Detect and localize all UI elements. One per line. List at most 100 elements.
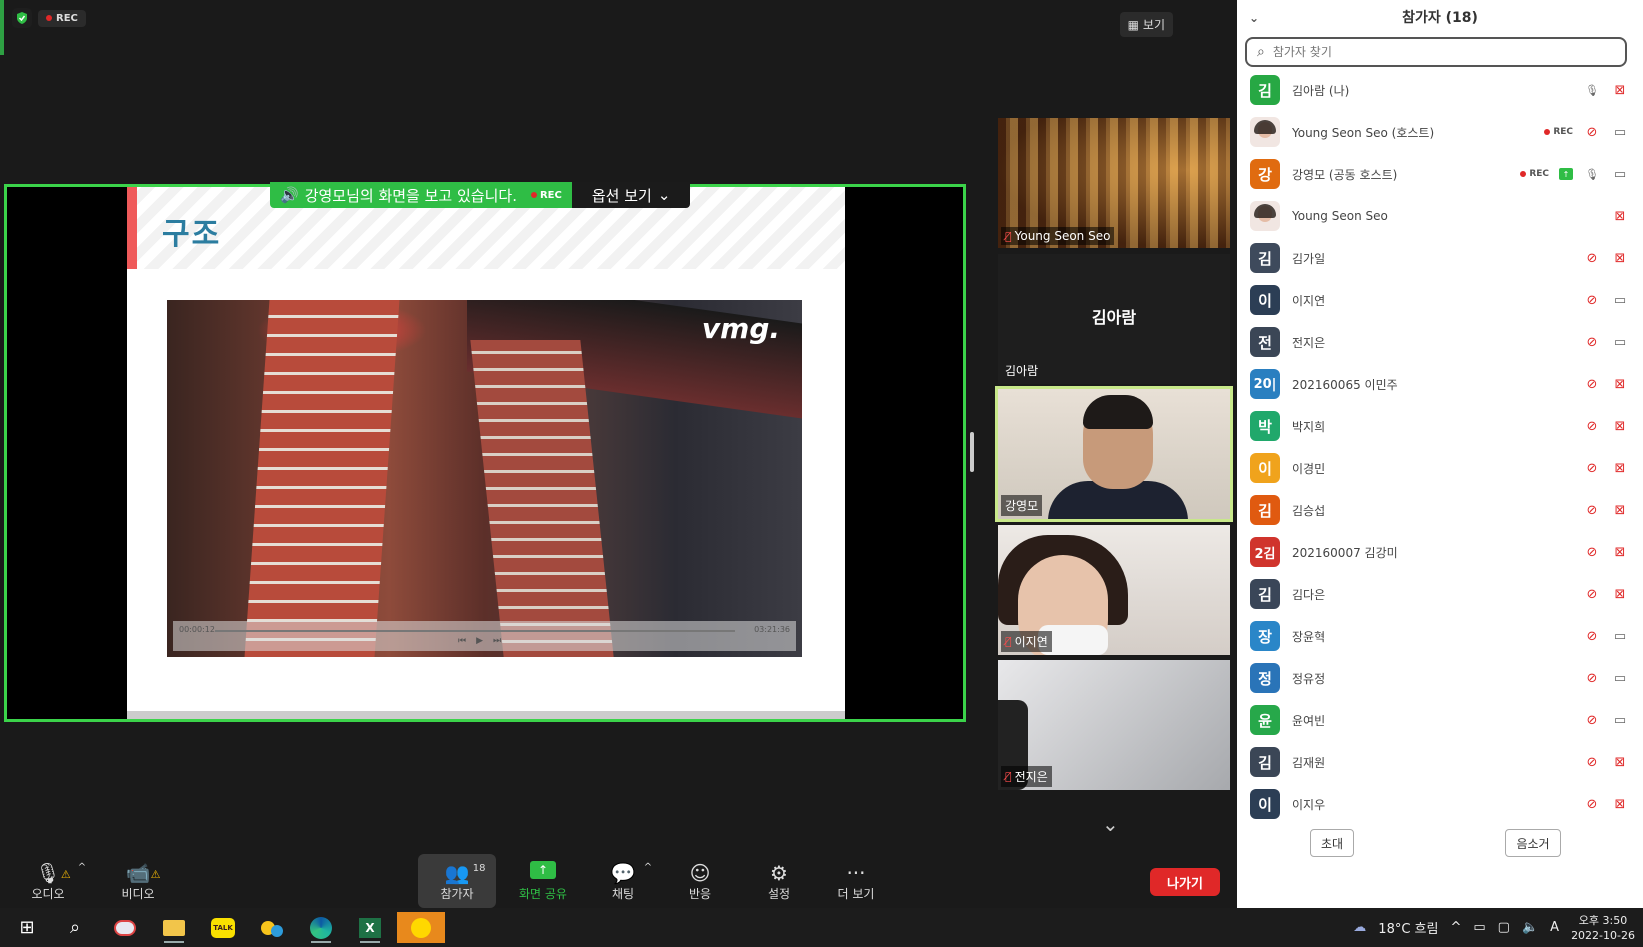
- audio-options-caret[interactable]: ^: [74, 854, 90, 908]
- video-off-icon[interactable]: ⊠: [1611, 503, 1629, 518]
- participant-row[interactable]: 박 박지희 ⊘ ⊠: [1237, 405, 1643, 447]
- mic-muted-icon[interactable]: ⊘: [1583, 503, 1601, 518]
- participant-row[interactable]: 이 이경민 ⊘ ⊠: [1237, 447, 1643, 489]
- monitor-icon[interactable]: ▢: [1498, 920, 1510, 935]
- video-tile-young-seon-seo[interactable]: 🎙̸ Young Seon Seo: [998, 118, 1230, 248]
- video-tile-kim-aram[interactable]: 김아람 김아람: [998, 254, 1230, 384]
- mic-muted-icon[interactable]: ⊘: [1583, 125, 1601, 140]
- video-on-icon[interactable]: ▭: [1611, 671, 1629, 686]
- video-on-icon[interactable]: ▭: [1611, 167, 1629, 182]
- shield-icon[interactable]: [12, 8, 32, 28]
- invite-button[interactable]: 초대: [1310, 829, 1354, 857]
- video-off-icon[interactable]: ⊠: [1611, 587, 1629, 602]
- audio-button[interactable]: 🎙 ⚠ 오디오: [22, 854, 74, 908]
- mic-on-icon[interactable]: 🎙: [1583, 84, 1601, 97]
- gallery-next-chevron-icon[interactable]: ⌄: [1102, 812, 1119, 836]
- video-button[interactable]: 📹 ⚠ 비디오: [108, 854, 168, 908]
- mic-muted-icon[interactable]: ⊘: [1583, 251, 1601, 266]
- recording-badge[interactable]: REC: [38, 9, 86, 27]
- windows-start-icon[interactable]: ⊞: [8, 912, 46, 943]
- collapse-chevron-icon[interactable]: ⌄: [1249, 0, 1259, 36]
- participant-search-input[interactable]: [1272, 45, 1593, 59]
- mic-muted-icon[interactable]: ⊘: [1583, 419, 1601, 434]
- more-button[interactable]: ··· 더 보기: [826, 854, 886, 908]
- mic-on-icon[interactable]: 🎙: [1583, 168, 1601, 181]
- mic-muted-icon[interactable]: ⊘: [1583, 587, 1601, 602]
- kakaotalk-icon[interactable]: TALK: [204, 912, 242, 943]
- clock[interactable]: 오후 3:50 2022-10-26: [1571, 913, 1635, 943]
- network-icon[interactable]: ▭: [1473, 920, 1485, 935]
- mic-muted-icon[interactable]: ⊘: [1583, 377, 1601, 392]
- video-off-icon[interactable]: ⊠: [1611, 83, 1629, 98]
- participant-row[interactable]: 정 정유정 ⊘ ▭: [1237, 657, 1643, 699]
- participant-search[interactable]: ⌕: [1245, 37, 1627, 67]
- participant-row[interactable]: 김 김재원 ⊘ ⊠: [1237, 741, 1643, 783]
- mic-muted-icon[interactable]: ⊘: [1583, 755, 1601, 770]
- video-tile-jeon-jieun[interactable]: 🎙̸ 전지은: [998, 660, 1230, 790]
- paint-app-icon[interactable]: [106, 912, 144, 943]
- video-on-icon[interactable]: ▭: [1611, 293, 1629, 308]
- participant-row[interactable]: Young Seon Seo ⊠: [1237, 195, 1643, 237]
- participant-row[interactable]: 이 이지우 ⊘ ⊠: [1237, 783, 1643, 825]
- edge-browser-icon[interactable]: [302, 912, 340, 943]
- mic-muted-icon[interactable]: ⊘: [1583, 797, 1601, 812]
- video-on-icon[interactable]: ▭: [1611, 335, 1629, 350]
- video-controls[interactable]: 00:00:12 03:21:36 ⏮▶⏭: [173, 621, 796, 651]
- mic-muted-icon[interactable]: ⊘: [1583, 335, 1601, 350]
- participant-row[interactable]: 김 김다은 ⊘ ⊠: [1237, 573, 1643, 615]
- file-explorer-icon[interactable]: [155, 912, 193, 943]
- participant-row[interactable]: 이 이지연 ⊘ ▭: [1237, 279, 1643, 321]
- chat-bubbles-icon[interactable]: [253, 912, 291, 943]
- video-off-icon[interactable]: ⊠: [1611, 545, 1629, 560]
- participant-row[interactable]: Young Seon Seo (호스트) REC ⊘ ▭: [1237, 111, 1643, 153]
- participant-row[interactable]: 20| 202160065 이민주 ⊘ ⊠: [1237, 363, 1643, 405]
- excel-icon[interactable]: X: [351, 912, 389, 943]
- video-off-icon[interactable]: ⊠: [1611, 419, 1629, 434]
- participant-row[interactable]: 윤 윤여빈 ⊘ ▭: [1237, 699, 1643, 741]
- embedded-video[interactable]: vmg. 00:00:12 03:21:36 ⏮▶⏭: [167, 300, 802, 657]
- search-icon[interactable]: ⌕: [56, 912, 94, 943]
- mic-muted-icon[interactable]: ⊘: [1583, 629, 1601, 644]
- video-on-icon[interactable]: ▭: [1611, 125, 1629, 140]
- video-on-icon[interactable]: ▭: [1611, 629, 1629, 644]
- mute-all-button[interactable]: 음소거: [1505, 829, 1561, 857]
- settings-button[interactable]: ⚙ 설정: [754, 854, 804, 908]
- video-playback-icons[interactable]: ⏮▶⏭: [458, 636, 511, 646]
- video-off-icon[interactable]: ⊠: [1611, 461, 1629, 476]
- participant-row[interactable]: 김 김가일 ⊘ ⊠: [1237, 237, 1643, 279]
- view-button[interactable]: ▦ 보기: [1119, 12, 1173, 37]
- video-off-icon[interactable]: ⊠: [1611, 209, 1629, 224]
- video-off-icon[interactable]: ⊠: [1611, 755, 1629, 770]
- chevron-up-icon[interactable]: ^: [1450, 920, 1461, 935]
- video-progress-track[interactable]: [215, 630, 735, 632]
- participant-row[interactable]: 강 강영모 (공동 호스트) REC ↑ 🎙 ▭: [1237, 153, 1643, 195]
- video-on-icon[interactable]: ▭: [1611, 713, 1629, 728]
- participants-button[interactable]: 👥 18 참가자: [418, 854, 496, 908]
- participant-row[interactable]: 김 김승섭 ⊘ ⊠: [1237, 489, 1643, 531]
- participant-row[interactable]: 2김 202160007 김강미 ⊘ ⊠: [1237, 531, 1643, 573]
- video-tile-kang-youngmo[interactable]: 강영모: [995, 386, 1233, 522]
- participant-row[interactable]: 장 장윤혁 ⊘ ▭: [1237, 615, 1643, 657]
- video-tile-lee-jiyeon[interactable]: 🎙̸ 이지연: [998, 525, 1230, 655]
- chat-options-caret[interactable]: ^: [640, 854, 656, 908]
- participant-row[interactable]: 전 전지은 ⊘ ▭: [1237, 321, 1643, 363]
- share-screen-button[interactable]: ↑ 화면 공유: [505, 854, 581, 908]
- resize-handle[interactable]: [970, 432, 974, 472]
- mic-muted-icon[interactable]: ⊘: [1583, 671, 1601, 686]
- zoom-active-app-icon[interactable]: [397, 912, 445, 943]
- mic-muted-icon[interactable]: ⊘: [1583, 545, 1601, 560]
- volume-icon[interactable]: 🔈: [1522, 920, 1538, 935]
- view-options-button[interactable]: 옵션 보기 ⌄: [571, 182, 691, 208]
- participant-row[interactable]: 김 김아람 (나) 🎙 ⊠: [1237, 69, 1643, 111]
- leave-button[interactable]: 나가기: [1150, 868, 1220, 896]
- mic-muted-icon[interactable]: ⊘: [1583, 461, 1601, 476]
- video-off-icon[interactable]: ⊠: [1611, 251, 1629, 266]
- video-off-icon[interactable]: ⊠: [1611, 797, 1629, 812]
- weather-text[interactable]: 18°C 흐림: [1378, 918, 1438, 937]
- reactions-button[interactable]: ☺ 반응: [675, 854, 725, 908]
- ime-indicator[interactable]: A: [1550, 920, 1559, 935]
- mic-muted-icon[interactable]: ⊘: [1583, 713, 1601, 728]
- mic-muted-icon[interactable]: ⊘: [1583, 293, 1601, 308]
- shared-screen[interactable]: 구조 vmg. 00:00:12 03:21:36 ⏮▶⏭: [4, 184, 966, 722]
- video-off-icon[interactable]: ⊠: [1611, 377, 1629, 392]
